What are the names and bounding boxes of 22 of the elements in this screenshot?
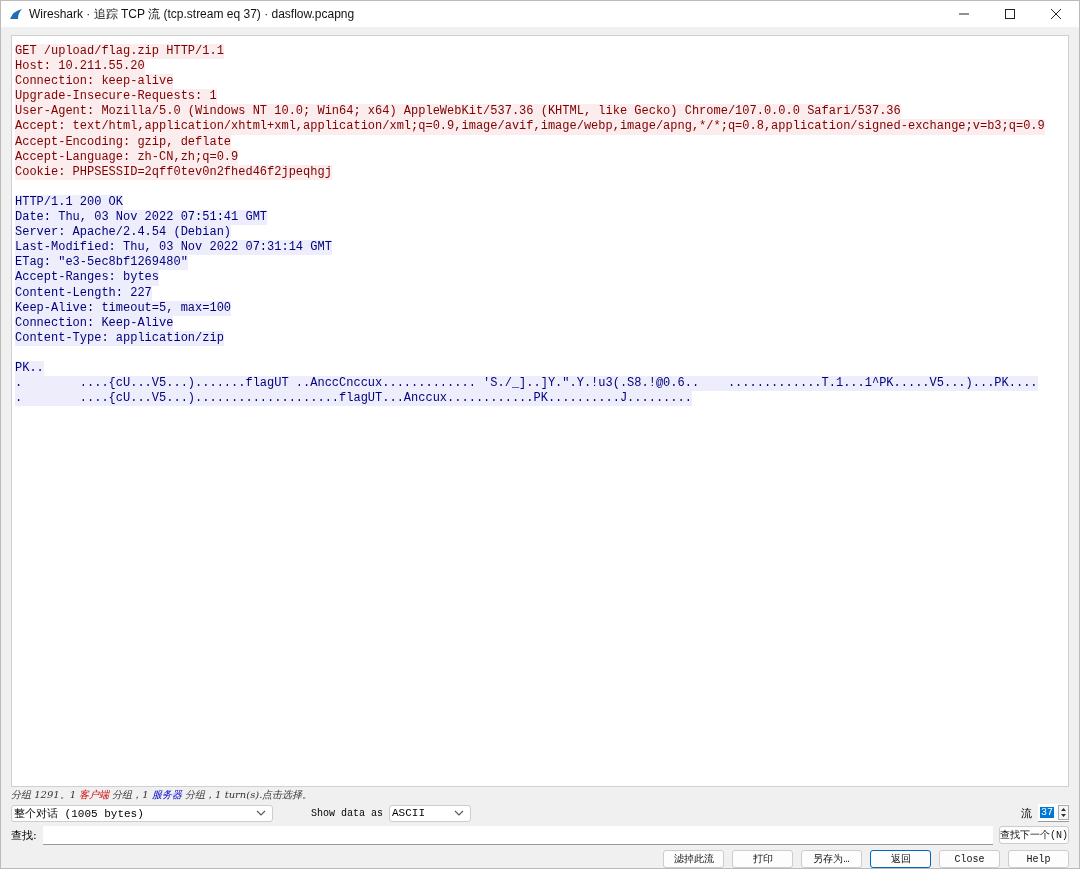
dialog-button[interactable]: 另存为… [801,850,862,868]
dialog-button[interactable]: 返回 [870,850,931,868]
status-text: 分组 1291。1 客户端 分组，1 服务器 分组，1 turn(s).点击选择。 [11,788,314,802]
format-dropdown[interactable]: ASCII [389,804,471,822]
chevron-down-icon [256,810,266,816]
find-field[interactable] [42,825,993,845]
show-data-label: Show data as [311,807,383,819]
find-label: 查找: [11,827,37,843]
dialog-button[interactable]: 滤掉此流 [663,850,724,868]
stream-label: 流 [1021,805,1032,821]
maximize-icon [1005,9,1015,19]
dialog-button[interactable]: Help [1008,850,1069,868]
find-next-button[interactable]: 查找下一个(N) [999,826,1069,844]
conversation-dropdown[interactable]: 整个对话 (1005 bytes) [11,804,273,822]
shark-fin-icon [9,8,23,20]
close-icon [1051,9,1061,19]
dialog-button[interactable]: Close [939,850,1000,868]
window-title: Wireshark · 追踪 TCP 流 (tcp.stream eq 37) · dasflow.pcapng [29,5,356,23]
dialog-button[interactable]: 打印 [732,850,793,868]
stream-number-spinbox[interactable]: 37 [1038,804,1069,822]
chevron-down-icon [454,810,464,816]
spin-arrows-icon [1058,805,1069,820]
